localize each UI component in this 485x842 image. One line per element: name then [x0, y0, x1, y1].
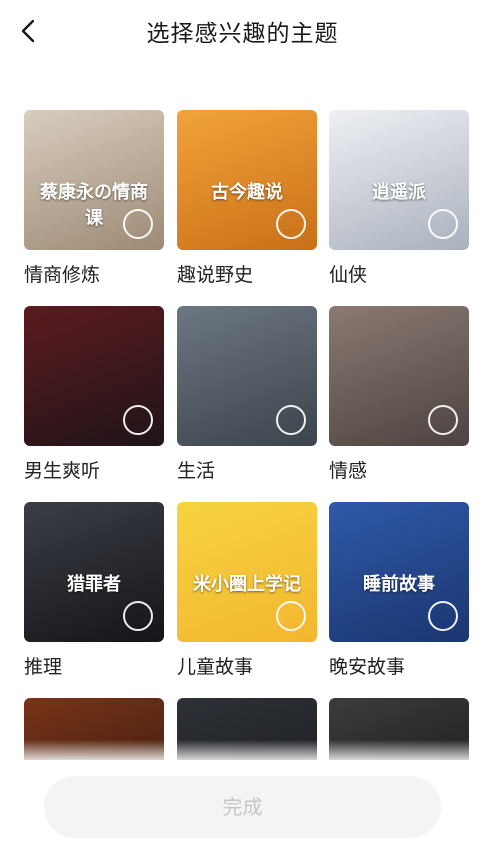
page-title: 选择感兴趣的主题	[146, 21, 339, 47]
cover-title: 逍遥派	[372, 182, 426, 203]
topic-cover[interactable]	[24, 306, 164, 446]
topic-card[interactable]: 睡前故事晚安故事	[329, 502, 469, 682]
topic-label: 推理	[24, 656, 63, 678]
topic-cover[interactable]: 蔡康永の情商课	[24, 110, 164, 250]
topic-card[interactable]: 男生爽听	[24, 306, 164, 486]
topic-label: 情商修炼	[24, 264, 101, 286]
topic-label: 晚安故事	[329, 656, 406, 678]
topic-card[interactable]: 逍遥派仙侠	[329, 110, 469, 290]
topic-label: 生活	[177, 460, 216, 482]
select-circle-icon[interactable]	[276, 405, 306, 435]
cover-title: 米小圈上学记	[193, 574, 301, 595]
topic-cover[interactable]: 逍遥派	[329, 110, 469, 250]
topic-label: 趣说野史	[177, 264, 254, 286]
select-circle-icon[interactable]	[428, 405, 458, 435]
select-circle-icon[interactable]	[123, 405, 153, 435]
topic-grid: 蔡康永の情商课 情商修炼 古今趣说 趣说野史 逍遥派 仙侠 男生爽听 生活 情感 猎罪者 推理 米小圈…	[0, 110, 485, 760]
select-circle-icon[interactable]	[428, 209, 458, 239]
select-circle-icon[interactable]	[276, 209, 306, 239]
topic-card[interactable]: 米小圈上学记儿童故事	[177, 502, 317, 682]
select-circle-icon[interactable]	[428, 601, 458, 631]
select-circle-icon[interactable]	[276, 601, 306, 631]
topic-label: 儿童故事	[177, 656, 254, 678]
select-circle-icon[interactable]	[123, 601, 153, 631]
topic-label: 仙侠	[329, 264, 368, 286]
cover-title: 猎罪者	[67, 574, 121, 595]
topic-cover[interactable]: 睡前故事	[329, 502, 469, 642]
header: 选择感兴趣的主题	[0, 0, 485, 64]
topic-cover[interactable]: 米小圈上学记	[177, 502, 317, 642]
topic-cover[interactable]	[177, 306, 317, 446]
select-circle-icon[interactable]	[123, 209, 153, 239]
topic-card[interactable]: 猎罪者推理	[24, 502, 164, 682]
cover-title: 睡前故事	[363, 574, 435, 595]
cover-title: 古今趣说	[211, 182, 283, 203]
topic-cover[interactable]	[329, 306, 469, 446]
topic-cover[interactable]: 猎罪者	[24, 502, 164, 642]
topic-label: 男生爽听	[24, 460, 101, 482]
topic-card[interactable]: 生活	[177, 306, 317, 486]
topic-card[interactable]: 情感	[329, 306, 469, 486]
topic-card[interactable]: 蔡康永の情商课情商修炼	[24, 110, 164, 290]
topic-card[interactable]: 古今趣说趣说野史	[177, 110, 317, 290]
topic-cover[interactable]: 古今趣说	[177, 110, 317, 250]
done-button[interactable]: 完成	[44, 776, 441, 838]
topic-label: 情感	[329, 460, 368, 482]
